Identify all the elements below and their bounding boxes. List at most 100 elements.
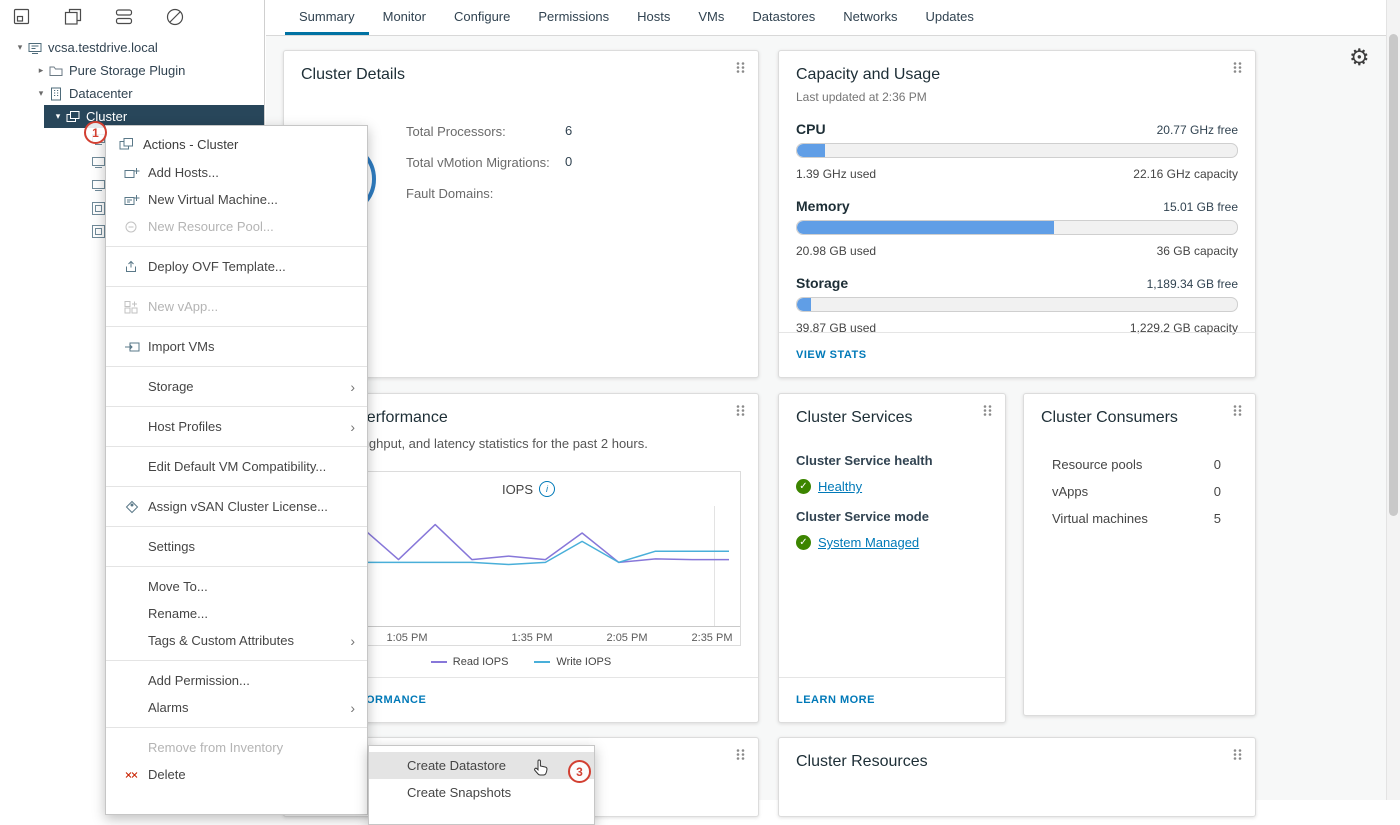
cpu-label: CPU	[796, 121, 826, 137]
cpu-used-text: 1.39 GHz used	[796, 167, 876, 181]
page-settings-gear-icon[interactable]: ⚙	[1349, 46, 1370, 69]
tab-permissions[interactable]: Permissions	[524, 0, 623, 35]
capacity-usage-card: Capacity and Usage Last updated at 2:36 …	[778, 50, 1256, 378]
cpu-capacity-text: 22.16 GHz capacity	[1133, 167, 1238, 181]
chevron-down-icon[interactable]: ▾	[50, 111, 66, 122]
memory-usage-fill	[797, 221, 1054, 234]
cpu-usage-fill	[797, 144, 825, 157]
memory-capacity-text: 36 GB capacity	[1157, 244, 1238, 258]
chart-plot-area	[317, 506, 740, 627]
menu-item-rename[interactable]: Rename...	[106, 600, 367, 627]
card-title: Capacity and Usage	[779, 51, 1255, 84]
system-managed-link[interactable]: System Managed	[818, 535, 919, 550]
tab-monitor[interactable]: Monitor	[369, 0, 440, 35]
chevron-down-icon[interactable]: ▾	[33, 88, 49, 99]
context-menu-header: Actions - Cluster	[106, 129, 367, 159]
menu-item-host-profiles[interactable]: Host Profiles ›	[106, 413, 367, 440]
view-stats-link[interactable]: VIEW STATS	[796, 349, 867, 361]
tab-updates[interactable]: Updates	[911, 0, 987, 35]
cluster-icon	[119, 137, 135, 151]
menu-item-add-hosts[interactable]: Add Hosts...	[106, 159, 367, 186]
drag-handle-icon[interactable]	[982, 404, 993, 422]
service-health-label: Cluster Service health	[796, 453, 988, 468]
cluster-services-card: Cluster Services Cluster Service health …	[778, 393, 1006, 723]
info-icon[interactable]: i	[539, 481, 555, 497]
cluster-details-fields: Total Processors: 6 Total vMotion Migrat…	[406, 123, 746, 216]
drag-handle-icon[interactable]	[735, 748, 746, 766]
x-tick-label: 2:35 PM	[685, 632, 739, 644]
memory-label: Memory	[796, 198, 850, 214]
menu-item-assign-vsan-cluster-license[interactable]: Assign vSAN Cluster License...	[106, 493, 367, 520]
learn-more-link[interactable]: LEARN MORE	[796, 694, 875, 706]
license-icon	[124, 500, 140, 514]
tab-configure[interactable]: Configure	[440, 0, 524, 35]
menu-item-new-vapp[interactable]: New vApp...	[106, 293, 367, 320]
menu-item-settings[interactable]: Settings	[106, 533, 367, 560]
card-title: Cluster Details	[284, 51, 758, 84]
service-mode-label: Cluster Service mode	[796, 509, 988, 524]
detail-row: Total Processors: 6	[406, 123, 746, 142]
scrollbar-thumb[interactable]	[1389, 34, 1398, 516]
menu-item-new-virtual-machine[interactable]: New Virtual Machine...	[106, 186, 367, 213]
storage-free-text: 1,189.34 GB free	[1147, 277, 1238, 291]
networking-icon[interactable]	[165, 7, 185, 32]
vms-and-templates-icon[interactable]	[63, 7, 83, 32]
add-hosts-icon	[124, 166, 140, 180]
drag-handle-icon[interactable]	[1232, 61, 1243, 79]
submenu-arrow-icon: ›	[350, 420, 355, 434]
annotation-step-1: 1	[84, 121, 107, 144]
tree-item-vcenter[interactable]: ▾ vcsa.testdrive.local	[0, 36, 264, 59]
menu-item-delete[interactable]: Delete	[106, 761, 367, 788]
submenu-item-create-datastore[interactable]: Create Datastore	[369, 752, 594, 779]
drag-handle-icon[interactable]	[1232, 404, 1243, 422]
menu-item-edit-default-vm-compatibility[interactable]: Edit Default VM Compatibility...	[106, 453, 367, 480]
menu-item-alarms[interactable]: Alarms ›	[106, 694, 367, 721]
tab-vms[interactable]: VMs	[684, 0, 738, 35]
cluster-icon	[66, 110, 86, 124]
last-updated-text: Last updated at 2:36 PM	[796, 90, 1238, 104]
drag-handle-icon[interactable]	[1232, 748, 1243, 766]
detail-row: Total vMotion Migrations: 0	[406, 154, 746, 173]
drag-handle-icon[interactable]	[735, 404, 746, 422]
drag-handle-icon[interactable]	[735, 61, 746, 79]
tab-networks[interactable]: Networks	[829, 0, 911, 35]
menu-item-add-permission[interactable]: Add Permission...	[106, 667, 367, 694]
tree-item-pure-storage-plugin[interactable]: ▸ Pure Storage Plugin	[0, 59, 264, 82]
healthy-link[interactable]: Healthy	[818, 479, 862, 494]
menu-item-deploy-ovf-template[interactable]: Deploy OVF Template...	[106, 253, 367, 280]
menu-item-storage[interactable]: Storage ›	[106, 373, 367, 400]
chevron-right-icon[interactable]: ▸	[33, 65, 49, 76]
inventory-icon[interactable]	[12, 7, 32, 32]
menu-item-new-resource-pool[interactable]: New Resource Pool...	[106, 213, 367, 240]
storage-icon[interactable]	[114, 7, 134, 32]
iops-chart: IOPS i 1:05 PM 1:35 PM 2:05 PM 2:35 PM	[316, 471, 741, 646]
consumer-row: Virtual machines5	[1052, 511, 1221, 526]
tab-hosts[interactable]: Hosts	[623, 0, 684, 35]
menu-item-tags-custom-attributes[interactable]: Tags & Custom Attributes ›	[106, 627, 367, 654]
consumer-row: vApps0	[1052, 484, 1221, 499]
vcenter-icon	[28, 41, 48, 55]
detail-row: Fault Domains:	[406, 185, 746, 204]
x-tick-label: 1:35 PM	[505, 632, 559, 644]
hand-cursor-icon	[533, 759, 548, 781]
memory-free-text: 15.01 GB free	[1163, 200, 1238, 214]
submenu-item-create-snapshots[interactable]: Create Snapshots	[369, 779, 594, 806]
tab-datastores[interactable]: Datastores	[738, 0, 829, 35]
tree-item-datacenter[interactable]: ▾ Datacenter	[0, 82, 264, 105]
vsphere-client-window: { "colors": { "accent": "#0079b8", "acti…	[0, 0, 1400, 800]
tab-summary[interactable]: Summary	[285, 0, 369, 35]
context-menu-actions-cluster: Actions - Cluster Add Hosts... New Virtu…	[105, 125, 368, 815]
menu-item-move-to[interactable]: Move To...	[106, 573, 367, 600]
cluster-consumers-card: Cluster Consumers Resource pools0 vApps0…	[1023, 393, 1256, 716]
legend-read-iops: Read IOPS	[431, 656, 509, 668]
x-tick-label: 2:05 PM	[600, 632, 654, 644]
menu-item-import-vms[interactable]: Import VMs	[106, 333, 367, 360]
chevron-down-icon[interactable]: ▾	[12, 42, 28, 53]
datacenter-icon	[49, 87, 69, 101]
menu-item-remove-from-inventory[interactable]: Remove from Inventory	[106, 734, 367, 761]
inventory-view-switcher	[0, 0, 264, 36]
system-managed-check-icon: ✓	[796, 535, 811, 550]
consumer-row: Resource pools0	[1052, 457, 1221, 472]
submenu-arrow-icon: ›	[350, 634, 355, 648]
x-tick-label: 1:05 PM	[380, 632, 434, 644]
